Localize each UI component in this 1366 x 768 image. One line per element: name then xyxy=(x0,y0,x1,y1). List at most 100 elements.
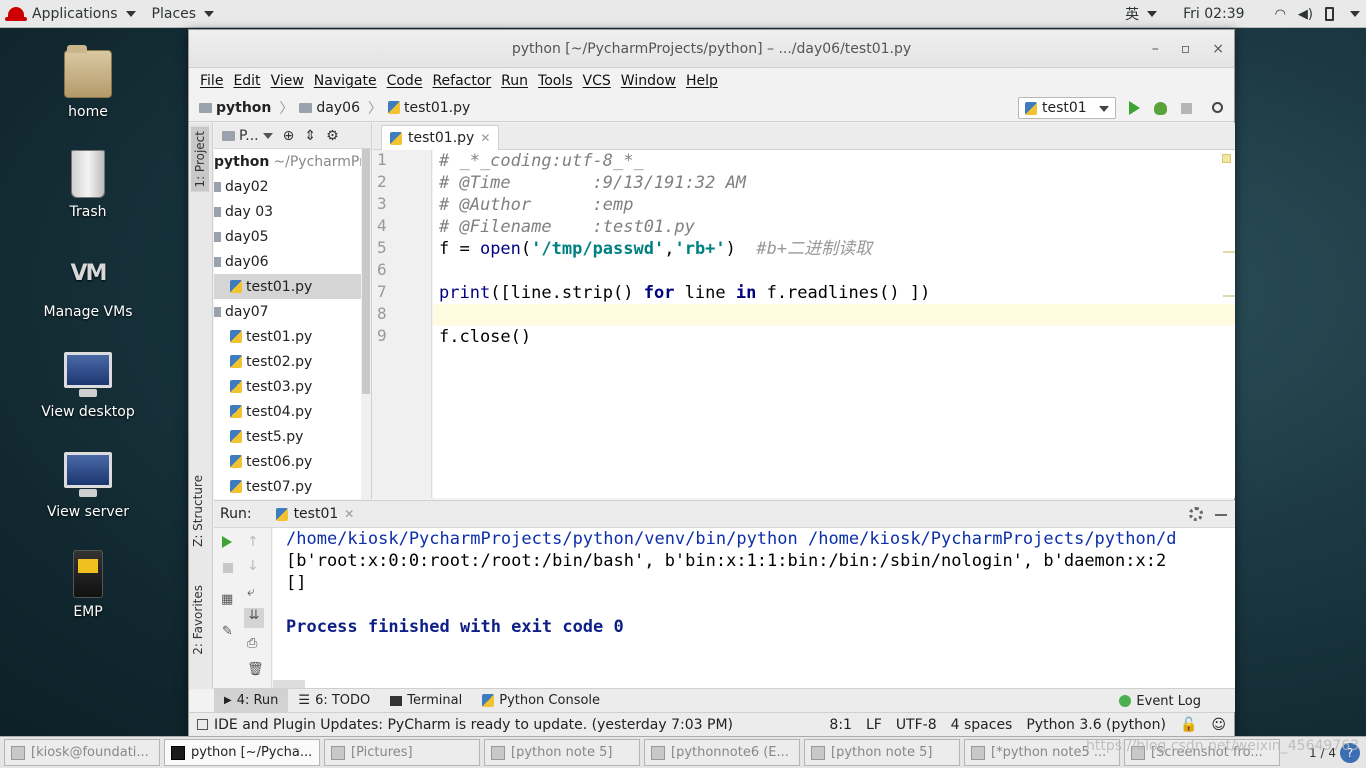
battery-icon[interactable] xyxy=(1319,0,1340,28)
menu-refactor[interactable]: Refactor xyxy=(427,73,496,89)
tree-folder[interactable]: day02 xyxy=(214,174,371,199)
places-menu[interactable]: Places xyxy=(144,0,223,28)
tree-file[interactable]: test03.py xyxy=(214,374,371,399)
taskbar-item[interactable]: [python note 5] xyxy=(484,739,640,766)
tab-favorites[interactable]: 2: Favorites xyxy=(191,585,205,655)
menu-code[interactable]: Code xyxy=(382,73,428,89)
tree-file[interactable]: test01.py xyxy=(214,324,371,349)
taskbar-item[interactable]: [Pictures] xyxy=(324,739,480,766)
breadcrumb-day06[interactable]: day06 〉 xyxy=(299,98,382,118)
pin-icon[interactable]: ✎ xyxy=(222,624,238,639)
desktop-icon-view-desktop[interactable]: View desktop xyxy=(28,352,148,420)
desktop-icon-view-server[interactable]: View server xyxy=(28,452,148,520)
status-message[interactable]: IDE and Plugin Updates: PyCharm is ready… xyxy=(189,717,733,733)
scroll-to-end-icon[interactable]: ⇊ xyxy=(244,608,264,628)
window-titlebar[interactable]: python [~/PycharmProjects/python] – .../… xyxy=(189,30,1234,68)
gear-icon[interactable] xyxy=(1189,507,1203,521)
desktop-icon-emp[interactable]: EMP xyxy=(28,550,148,620)
minimize-panel-icon[interactable] xyxy=(1215,514,1227,516)
breadcrumb-python[interactable]: python 〉 xyxy=(199,98,293,118)
maximize-button[interactable]: ▫ xyxy=(1181,41,1191,57)
tree-file[interactable]: test5.py xyxy=(214,424,371,449)
tree-folder[interactable]: day07 xyxy=(214,299,371,324)
close-tab-icon[interactable]: ✕ xyxy=(344,507,354,521)
run-configuration-select[interactable]: test01 xyxy=(1018,97,1116,119)
run-icon[interactable] xyxy=(1129,101,1140,115)
taskbar-item[interactable]: [kiosk@foundati... xyxy=(4,739,160,766)
taskbar-item[interactable]: [pythonnote6 (E... xyxy=(644,739,800,766)
error-stripe-mark[interactable] xyxy=(1223,295,1235,297)
arrow-up-icon[interactable]: ↑ xyxy=(247,534,263,550)
menu-run[interactable]: Run xyxy=(496,73,533,89)
caret-position[interactable]: 8:1 xyxy=(829,717,852,733)
wifi-icon[interactable]: ◠ xyxy=(1269,0,1292,28)
tab-project[interactable]: 1: Project xyxy=(191,127,209,192)
editor-tab-test01[interactable]: test01.py ✕ xyxy=(381,125,500,150)
menu-help[interactable]: Help xyxy=(681,73,723,89)
collapse-icon[interactable]: ⇕ xyxy=(304,128,316,144)
interpreter-setting[interactable]: Python 3.6 (python) xyxy=(1026,717,1166,733)
desktop-icon-trash[interactable]: Trash xyxy=(28,150,148,220)
close-button[interactable]: × xyxy=(1212,41,1224,57)
tree-scrollbar-thumb[interactable] xyxy=(362,149,370,394)
line-separator[interactable]: LF xyxy=(866,717,882,733)
console-output[interactable]: /home/kiosk/PycharmProjects/python/venv/… xyxy=(273,528,1235,688)
tree-folder[interactable]: day06 xyxy=(214,249,371,274)
print-icon[interactable]: ⎙ xyxy=(247,636,263,651)
close-tab-icon[interactable]: ✕ xyxy=(480,131,490,145)
search-icon[interactable] xyxy=(1212,102,1223,113)
code-editor[interactable]: # _*_coding:utf-8_*_ # @Time :9/13/191:3… xyxy=(433,150,1235,498)
project-view-select[interactable]: P... xyxy=(222,128,273,144)
file-encoding[interactable]: UTF-8 xyxy=(896,717,937,733)
tool-tab-todo[interactable]: ☰ 6: TODO xyxy=(288,689,380,713)
tree-scrollbar[interactable] xyxy=(361,149,371,499)
tree-file[interactable]: test02.py xyxy=(214,349,371,374)
stop-icon[interactable] xyxy=(223,563,233,573)
menu-tools[interactable]: Tools xyxy=(533,73,578,89)
menu-edit[interactable]: Edit xyxy=(228,73,265,89)
lock-icon[interactable]: 🔓 xyxy=(1180,717,1197,733)
desktop-icon-manage-vms[interactable]: VM Manage VMs xyxy=(28,250,148,320)
taskbar-item[interactable]: [python note 5] xyxy=(804,739,960,766)
volume-icon[interactable]: ◀) xyxy=(1292,0,1319,28)
indent-setting[interactable]: 4 spaces xyxy=(951,717,1013,733)
rerun-icon[interactable] xyxy=(222,536,232,548)
tree-folder[interactable]: day 03 xyxy=(214,199,371,224)
event-log-button[interactable]: Event Log xyxy=(1119,689,1201,713)
locate-icon[interactable]: ⊕ xyxy=(283,128,295,144)
minimize-button[interactable]: – xyxy=(1152,41,1159,57)
menu-file[interactable]: File xyxy=(195,73,228,89)
tab-structure[interactable]: Z: Structure xyxy=(191,475,205,547)
input-method-menu[interactable]: 英 xyxy=(1119,0,1163,28)
menu-window[interactable]: Window xyxy=(616,73,681,89)
stop-icon[interactable] xyxy=(1181,103,1192,114)
power-menu[interactable] xyxy=(1340,0,1366,28)
tool-tab-python-console[interactable]: Python Console xyxy=(472,689,610,713)
taskbar-item[interactable]: python [~/Pycha... xyxy=(164,739,320,766)
console-scrollbar[interactable] xyxy=(273,680,305,688)
trash-icon[interactable]: 🗑 xyxy=(247,662,264,677)
soft-wrap-icon[interactable]: ⤶ xyxy=(247,584,263,600)
menu-navigate[interactable]: Navigate xyxy=(309,73,382,89)
run-tab[interactable]: test01 ✕ xyxy=(275,506,354,522)
tree-file[interactable]: test04.py xyxy=(214,399,371,424)
inspector-icon[interactable]: ☺ xyxy=(1211,717,1226,733)
desktop-icon-home[interactable]: home xyxy=(28,45,148,120)
applications-menu[interactable]: Applications xyxy=(0,0,144,28)
warning-marker[interactable] xyxy=(1222,154,1231,163)
tree-folder[interactable]: day05 xyxy=(214,224,371,249)
clock[interactable]: Fri 02:39 xyxy=(1177,0,1250,28)
debug-icon[interactable] xyxy=(1154,102,1167,115)
menu-view[interactable]: View xyxy=(266,73,309,89)
tool-tab-run[interactable]: ▶ 4: Run xyxy=(214,688,289,713)
layout-icon[interactable]: ▦ xyxy=(221,592,237,607)
tree-file[interactable]: test06.py xyxy=(214,449,371,474)
breadcrumb-file[interactable]: test01.py xyxy=(387,100,470,116)
tree-file[interactable]: test01.py xyxy=(214,274,371,299)
tree-file[interactable]: test07.py xyxy=(214,474,371,499)
gear-icon[interactable]: ⚙ xyxy=(326,128,339,144)
arrow-down-icon[interactable]: ↓ xyxy=(247,558,263,574)
tree-root[interactable]: python ~/PycharmProjects/python xyxy=(214,149,371,174)
menu-vcs[interactable]: VCS xyxy=(578,73,616,89)
error-stripe-mark[interactable] xyxy=(1223,251,1235,253)
